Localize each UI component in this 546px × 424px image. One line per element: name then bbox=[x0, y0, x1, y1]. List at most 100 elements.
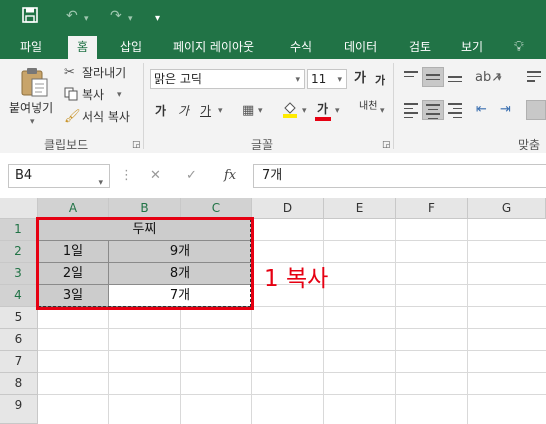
name-box[interactable]: B4 ▾ bbox=[8, 164, 110, 188]
row-header-5[interactable]: 5 bbox=[0, 307, 38, 329]
merge-center-button[interactable] bbox=[526, 100, 546, 120]
tab-view[interactable]: 보기 bbox=[461, 37, 483, 59]
row-header-7[interactable]: 7 bbox=[0, 351, 38, 373]
annotation-label: 1 복사 bbox=[264, 266, 329, 292]
orientation-dropdown-icon[interactable]: ▾ bbox=[497, 74, 502, 84]
clipboard-group-label: 클립보드 bbox=[44, 138, 89, 152]
row-header-8[interactable]: 8 bbox=[0, 373, 38, 395]
save-icon[interactable] bbox=[22, 7, 38, 28]
column-header-a[interactable]: A bbox=[38, 198, 109, 219]
merged-title-cell[interactable]: 두찌 bbox=[38, 219, 252, 241]
align-top-button[interactable] bbox=[401, 67, 423, 87]
undo-dropdown-icon[interactable]: ▾ bbox=[84, 10, 89, 28]
alignment-group-label: 맞춤 bbox=[518, 138, 541, 152]
grid-line bbox=[38, 350, 546, 351]
tab-formulas[interactable]: 수식 bbox=[290, 37, 312, 59]
decrease-indent-icon[interactable]: ⇤ bbox=[476, 102, 487, 118]
fill-color-dropdown-icon[interactable]: ▾ bbox=[302, 106, 307, 116]
row-header-9[interactable]: 9 bbox=[0, 395, 38, 424]
borders-dropdown-icon[interactable]: ▾ bbox=[258, 106, 263, 116]
font-color-button[interactable]: 가 bbox=[317, 101, 328, 117]
tab-data[interactable]: 데이터 bbox=[344, 37, 377, 59]
more-icon: ⋮ bbox=[120, 168, 133, 183]
font-size-dropdown[interactable]: 11 ▾ bbox=[307, 69, 347, 89]
font-size-value: 11 bbox=[311, 72, 327, 86]
column-header-f[interactable]: F bbox=[396, 198, 468, 219]
copy-button[interactable]: 복사 bbox=[82, 87, 104, 103]
cell-a4[interactable]: 3일 bbox=[38, 285, 109, 307]
underline-button[interactable]: 가 bbox=[200, 103, 211, 119]
phonetic-guide-button[interactable]: 내천 bbox=[359, 101, 377, 113]
grow-font-button[interactable]: 가 bbox=[354, 71, 366, 87]
align-bottom-button[interactable] bbox=[445, 67, 467, 87]
row-header-3[interactable]: 3 bbox=[0, 263, 38, 285]
bold-button[interactable]: 가 bbox=[155, 103, 166, 119]
chevron-down-icon[interactable]: ▾ bbox=[98, 172, 103, 194]
underline-dropdown-icon[interactable]: ▾ bbox=[218, 106, 223, 116]
increase-indent-icon[interactable]: ⇥ bbox=[500, 102, 511, 118]
scissors-icon: ✂ bbox=[64, 65, 75, 80]
select-all-corner[interactable] bbox=[0, 198, 38, 219]
align-right-button[interactable] bbox=[445, 100, 467, 120]
format-painter-button[interactable]: 서식 복사 bbox=[82, 109, 130, 125]
tab-home[interactable]: 홈 bbox=[68, 36, 98, 59]
name-box-value: B4 bbox=[15, 168, 33, 183]
font-name-value: 맑은 고딕 bbox=[154, 72, 202, 86]
formula-input[interactable]: 7개 bbox=[253, 164, 546, 188]
ribbon-separator bbox=[393, 63, 394, 149]
cancel-entry-icon[interactable]: ✕ bbox=[150, 165, 161, 187]
column-header-c[interactable]: C bbox=[181, 198, 252, 219]
cell-b4-active[interactable]: 7개 bbox=[109, 285, 252, 307]
column-header-e[interactable]: E bbox=[324, 198, 396, 219]
confirm-entry-icon[interactable]: ✓ bbox=[186, 165, 197, 187]
row-header-4[interactable]: 4 bbox=[0, 285, 38, 307]
grid-line bbox=[38, 328, 546, 329]
tab-file[interactable]: 파일 bbox=[20, 37, 42, 59]
cell-a3[interactable]: 2일 bbox=[38, 263, 109, 285]
row-header-1[interactable]: 1 bbox=[0, 219, 38, 241]
paste-button[interactable]: 붙여넣기 bbox=[9, 100, 53, 116]
grid-line bbox=[38, 394, 546, 395]
phonetic-dropdown-icon[interactable]: ▾ bbox=[380, 106, 385, 116]
row-header-2[interactable]: 2 bbox=[0, 241, 38, 263]
wrap-text-button[interactable] bbox=[524, 67, 546, 87]
lightbulb-icon[interactable]: 💡︎ bbox=[514, 37, 524, 59]
font-color-swatch bbox=[315, 117, 331, 121]
insert-function-icon[interactable]: fx bbox=[224, 165, 236, 187]
align-center-button[interactable] bbox=[422, 100, 444, 120]
tab-page-layout[interactable]: 페이지 레이아웃 bbox=[173, 37, 254, 59]
fill-color-icon[interactable] bbox=[282, 100, 298, 123]
paste-dropdown-icon[interactable]: ▾ bbox=[30, 117, 35, 127]
title-bar: ↶ ▾ ↷ ▾ ▾ bbox=[0, 0, 546, 33]
font-name-dropdown[interactable]: 맑은 고딕 ▾ bbox=[150, 69, 305, 89]
row-header-6[interactable]: 6 bbox=[0, 329, 38, 351]
cell-b3[interactable]: 8개 bbox=[109, 263, 252, 285]
chevron-down-icon: ▾ bbox=[337, 75, 342, 85]
cut-button[interactable]: 잘라내기 bbox=[82, 65, 126, 81]
column-header-d[interactable]: D bbox=[252, 198, 324, 219]
copy-icon bbox=[64, 87, 78, 106]
align-middle-button[interactable] bbox=[422, 67, 444, 87]
customize-qat-icon[interactable]: ▾ bbox=[155, 10, 160, 28]
column-header-g[interactable]: G bbox=[468, 198, 546, 219]
column-header-b[interactable]: B bbox=[109, 198, 181, 219]
paste-icon[interactable] bbox=[18, 66, 50, 98]
align-left-button[interactable] bbox=[401, 100, 423, 120]
chevron-down-icon: ▾ bbox=[295, 75, 300, 85]
copy-dropdown-icon[interactable]: ▾ bbox=[117, 90, 122, 100]
font-group-label: 글꼴 bbox=[251, 138, 274, 152]
font-color-dropdown-icon[interactable]: ▾ bbox=[335, 106, 340, 116]
redo-icon[interactable]: ↷ bbox=[110, 7, 122, 25]
clipboard-launcher-icon[interactable]: ◲ bbox=[132, 137, 141, 153]
formula-value: 7개 bbox=[262, 168, 283, 183]
font-launcher-icon[interactable]: ◲ bbox=[382, 137, 391, 153]
tab-review[interactable]: 검토 bbox=[409, 37, 431, 59]
borders-icon[interactable]: ▦ bbox=[242, 103, 254, 119]
cell-a2[interactable]: 1일 bbox=[38, 241, 109, 263]
tab-insert[interactable]: 삽입 bbox=[120, 37, 142, 59]
cell-b2[interactable]: 9개 bbox=[109, 241, 252, 263]
redo-dropdown-icon[interactable]: ▾ bbox=[128, 10, 133, 28]
italic-button[interactable]: 가 bbox=[178, 103, 189, 119]
shrink-font-button[interactable]: 가 bbox=[375, 73, 385, 89]
undo-icon[interactable]: ↶ bbox=[66, 7, 78, 25]
